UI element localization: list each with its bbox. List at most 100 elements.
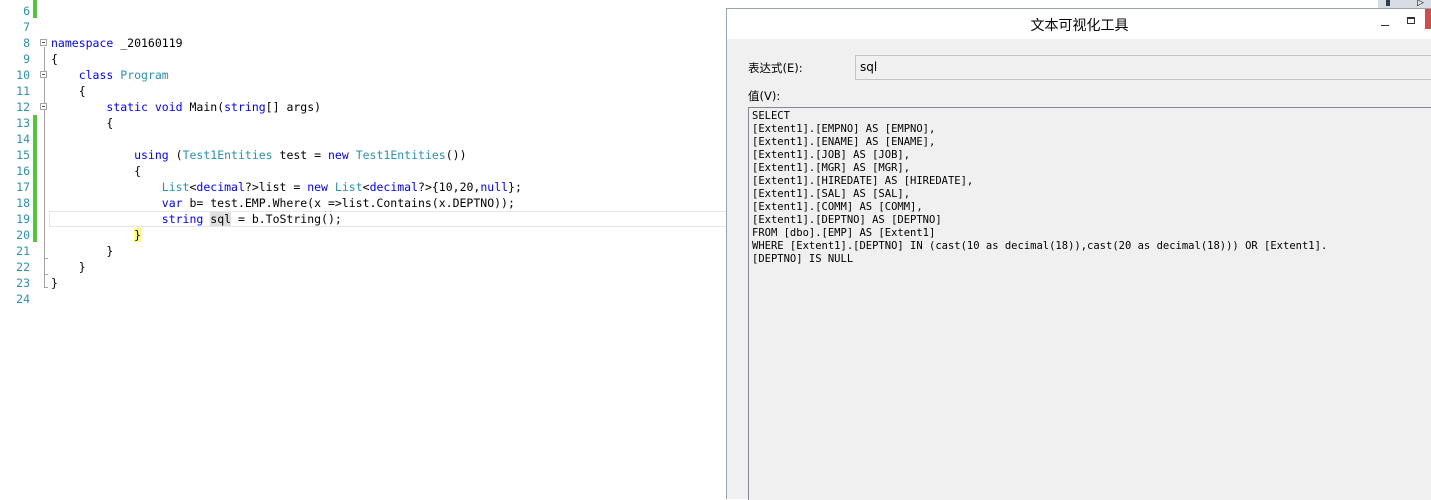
dialog-title: 文本可视化工具	[1030, 18, 1129, 34]
code-line[interactable]: 21 }	[0, 243, 727, 259]
code-text: var b= test.EMP.Where(x =>list.Contains(…	[51, 195, 515, 211]
keyword-token: decimal	[196, 180, 245, 194]
code-text: }	[51, 243, 113, 259]
code-line[interactable]: 23}	[0, 275, 727, 291]
code-token: b= test.EMP.Where(x =>list.Contains(x.DE…	[182, 196, 515, 210]
keyword-token: class	[78, 68, 114, 82]
text-visualizer-dialog: 文本可视化工具 表达式(E): sql 值(V): SELECT [Extent…	[726, 8, 1431, 500]
value-text: SELECT [Extent1].[EMPNO] AS [EMPNO], [Ex…	[752, 110, 1328, 265]
dialog-titlebar[interactable]: 文本可视化工具	[727, 9, 1431, 39]
keyword-token: var	[161, 196, 183, 210]
fold-toggle-icon[interactable]	[40, 103, 47, 110]
code-text: {	[51, 83, 86, 99]
code-line[interactable]: 13 {	[0, 115, 727, 131]
code-token: (	[168, 148, 183, 162]
line-number: 16	[16, 164, 30, 178]
code-editor[interactable]: 6 7 8 namespace _20160119 9{10 class Program…	[0, 0, 727, 499]
play-icon: ▷	[1417, 0, 1424, 8]
code-token: {	[51, 84, 86, 98]
keyword-token: new	[327, 148, 349, 162]
code-line[interactable]: 22 }	[0, 259, 727, 275]
line-number: 18	[16, 196, 30, 210]
line-number: 22	[16, 260, 30, 274]
code-token: }	[134, 228, 142, 242]
type-token: List	[161, 180, 190, 194]
code-line[interactable]: 24	[0, 291, 727, 307]
code-line[interactable]: 15 using (Test1Entities test = new Test1…	[0, 147, 727, 163]
code-line[interactable]: 6	[0, 3, 727, 19]
code-text: }	[51, 259, 86, 275]
code-token: [] args)	[265, 100, 322, 114]
type-token: Program	[120, 68, 169, 82]
code-text: using (Test1Entities test = new Test1Ent…	[51, 147, 467, 163]
code-line[interactable]: 11 {	[0, 83, 727, 99]
code-text: {	[51, 115, 113, 131]
type-token: List	[334, 180, 363, 194]
type-token: Test1Entities	[355, 148, 446, 162]
code-line[interactable]: 9{	[0, 51, 727, 67]
code-line[interactable]: 7	[0, 19, 727, 35]
code-token: Main(	[182, 100, 225, 114]
keyword-token: string	[224, 100, 266, 114]
code-text: class Program	[51, 67, 169, 83]
code-text: static void Main(string[] args)	[51, 99, 321, 115]
line-number: 10	[16, 68, 30, 82]
line-number: 14	[16, 132, 30, 146]
outline-guide-end	[44, 287, 48, 288]
code-line[interactable]: 12 static void Main(string[] args)	[0, 99, 727, 115]
change-bar	[33, 115, 37, 242]
code-text: {	[51, 163, 141, 179]
keyword-token: new	[307, 180, 328, 194]
code-line[interactable]: 10 class Program	[0, 67, 727, 83]
code-token: };	[508, 180, 522, 194]
expression-label: 表达式(E):	[748, 61, 803, 75]
background-window-mark	[1386, 0, 1390, 6]
line-number: 24	[16, 292, 30, 306]
code-line[interactable]: 14	[0, 131, 727, 147]
code-token: ?>list =	[244, 180, 308, 194]
code-text: List<decimal?>list = new List<decimal?>{…	[51, 179, 522, 195]
code-token: {	[51, 164, 142, 178]
code-text: }	[51, 227, 142, 243]
current-line-highlight	[49, 211, 727, 227]
code-line[interactable]: 20 }	[0, 227, 727, 243]
line-number: 6	[23, 4, 30, 18]
line-number: 21	[16, 244, 30, 258]
line-number: 13	[16, 116, 30, 130]
code-line[interactable]: 16 {	[0, 163, 727, 179]
line-number: 23	[16, 276, 30, 290]
line-number: 19	[16, 212, 30, 226]
line-number: 7	[23, 20, 30, 34]
minimize-icon[interactable]	[1377, 14, 1393, 30]
maximize-icon[interactable]	[1404, 14, 1420, 30]
code-line[interactable]: 8 namespace _20160119	[0, 35, 727, 51]
line-number: 20	[16, 228, 30, 242]
code-token: }	[51, 244, 114, 258]
code-text: namespace _20160119	[51, 35, 183, 51]
line-number: 17	[16, 180, 30, 194]
fold-toggle-icon[interactable]	[40, 39, 47, 46]
code-token: ?>{10,20,	[418, 180, 481, 194]
line-number: 15	[16, 148, 30, 162]
code-token: ())	[445, 148, 467, 162]
code-line[interactable]: 17 List<decimal?>list = new List<decimal…	[0, 179, 727, 195]
close-icon[interactable]	[1425, 9, 1431, 29]
keyword-token: using	[134, 148, 169, 162]
value-textarea[interactable]: SELECT [Extent1].[EMPNO] AS [EMPNO], [Ex…	[748, 107, 1431, 500]
expression-input[interactable]: sql	[855, 55, 1431, 80]
value-label: 值(V):	[748, 89, 781, 103]
code-token: }	[51, 260, 86, 274]
line-number: 9	[23, 52, 30, 66]
fold-toggle-icon[interactable]	[40, 71, 47, 78]
code-token: {	[51, 116, 114, 130]
type-token: Test1Entities	[182, 148, 273, 162]
keyword-token: decimal	[369, 180, 419, 194]
code-line[interactable]: 18 var b= test.EMP.Where(x =>list.Contai…	[0, 195, 727, 211]
